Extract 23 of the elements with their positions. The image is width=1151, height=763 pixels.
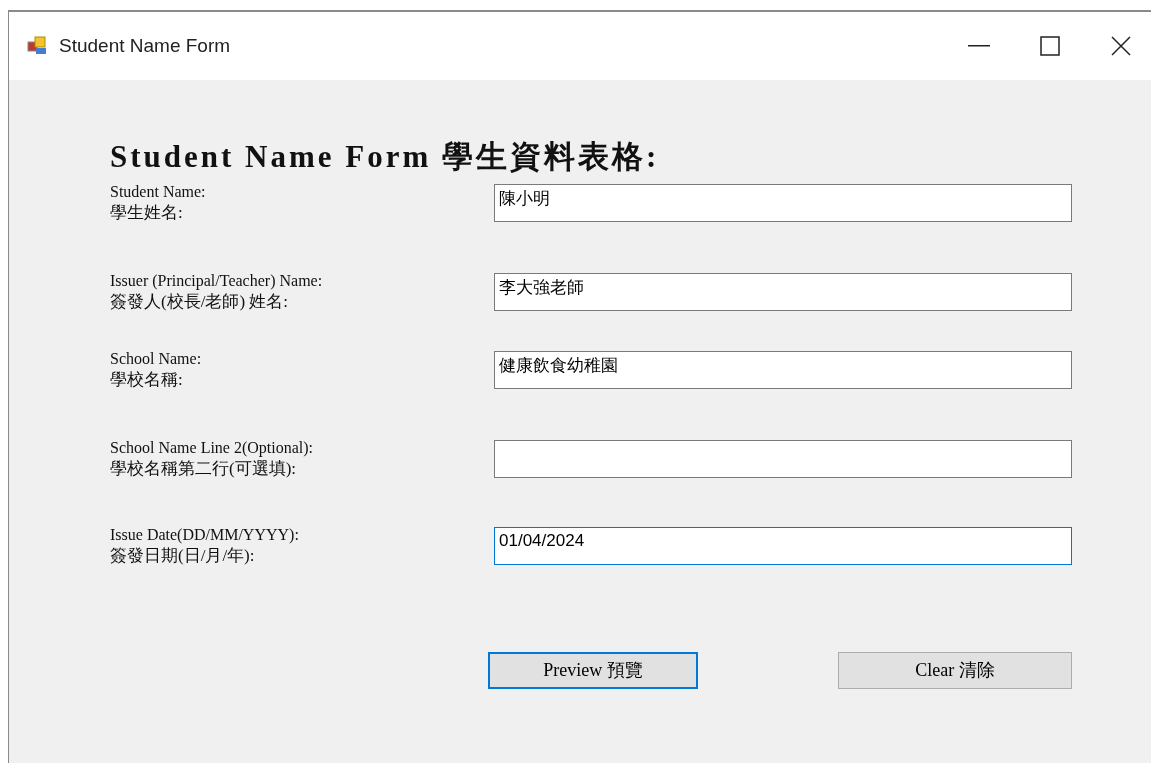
action-button[interactable]: Preview 預覽 [488, 652, 698, 689]
field-label: 簽發人(校長/老師) 姓名: [110, 291, 289, 313]
field-label: 簽發日期(日/月/年): [110, 545, 255, 567]
close-icon [1111, 36, 1131, 56]
minimize-icon [968, 45, 990, 47]
app-icon [27, 35, 49, 57]
form-heading: Student Name Form 學生資料表格: [110, 138, 661, 176]
maximize-icon [1040, 36, 1060, 56]
text-field[interactable]: 陳小明 [494, 184, 1072, 222]
action-button[interactable]: Clear 清除 [838, 652, 1072, 689]
field-label: Student Name: [110, 182, 206, 202]
text-field[interactable]: 01/04/2024 [494, 527, 1072, 565]
field-label: Issuer (Principal/Teacher) Name: [110, 271, 323, 291]
field-label: 學校名稱第二行(可選填): [110, 458, 297, 480]
text-field[interactable] [494, 440, 1072, 478]
field-label: School Name: [110, 349, 202, 369]
field-label: 學生姓名: [110, 202, 183, 224]
field-label: 學校名稱: [110, 369, 183, 391]
window-title: Student Name Form [59, 33, 231, 58]
field-label: School Name Line 2(Optional): [110, 438, 314, 458]
field-label: Issue Date(DD/MM/YYYY): [110, 525, 299, 545]
text-field[interactable]: 李大強老師 [494, 273, 1072, 311]
text-field[interactable]: 健康飲食幼稚園 [494, 351, 1072, 389]
